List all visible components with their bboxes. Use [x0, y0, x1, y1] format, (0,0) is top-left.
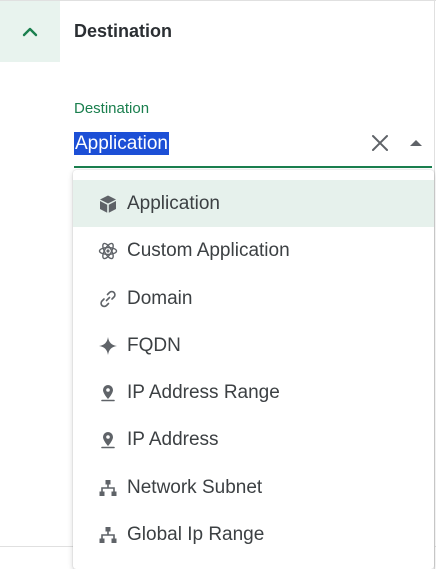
clear-icon[interactable] [369, 132, 391, 154]
option-label: Network Subnet [127, 476, 263, 498]
option-global-ip-range[interactable]: Global Ip Range [73, 511, 434, 558]
sparkle-icon [97, 335, 119, 357]
location-pin-icon [97, 429, 119, 451]
atom-icon [97, 240, 119, 262]
option-fqdn[interactable]: FQDN [73, 322, 434, 369]
destination-select-input[interactable]: Application [74, 120, 432, 168]
option-label: Domain [127, 287, 193, 309]
field-label: Destination [74, 100, 150, 117]
option-custom-application[interactable]: Custom Application [73, 227, 434, 274]
option-label: FQDN [127, 334, 181, 356]
panel-border [434, 0, 435, 569]
option-ip-address-range[interactable]: IP Address Range [73, 369, 434, 416]
option-label: Application [127, 192, 220, 214]
option-label: IP Address Range [127, 381, 280, 403]
option-label: Custom Application [127, 239, 290, 261]
chevron-up-icon [22, 27, 38, 36]
network-tree-icon [97, 524, 119, 546]
option-ip-address[interactable]: IP Address [73, 416, 434, 463]
option-network-subnet[interactable]: Network Subnet [73, 464, 434, 511]
option-domain[interactable]: Domain [73, 275, 434, 322]
selected-value-text[interactable]: Application [74, 132, 169, 155]
option-label: IP Address [127, 428, 219, 450]
options-dropdown: Application Custom Application Domain FQ… [73, 170, 434, 569]
network-tree-icon [97, 477, 119, 499]
location-pin-icon [97, 382, 119, 404]
collapse-section-button[interactable] [0, 1, 60, 62]
option-label: Global Ip Range [127, 523, 265, 545]
destination-field: Destination Application [74, 98, 432, 168]
link-icon [97, 288, 119, 310]
caret-up-icon[interactable] [407, 134, 425, 152]
section-title: Destination [74, 21, 173, 41]
section-header: Destination [0, 1, 434, 62]
option-application[interactable]: Application [73, 180, 434, 227]
cube-icon [97, 193, 119, 215]
